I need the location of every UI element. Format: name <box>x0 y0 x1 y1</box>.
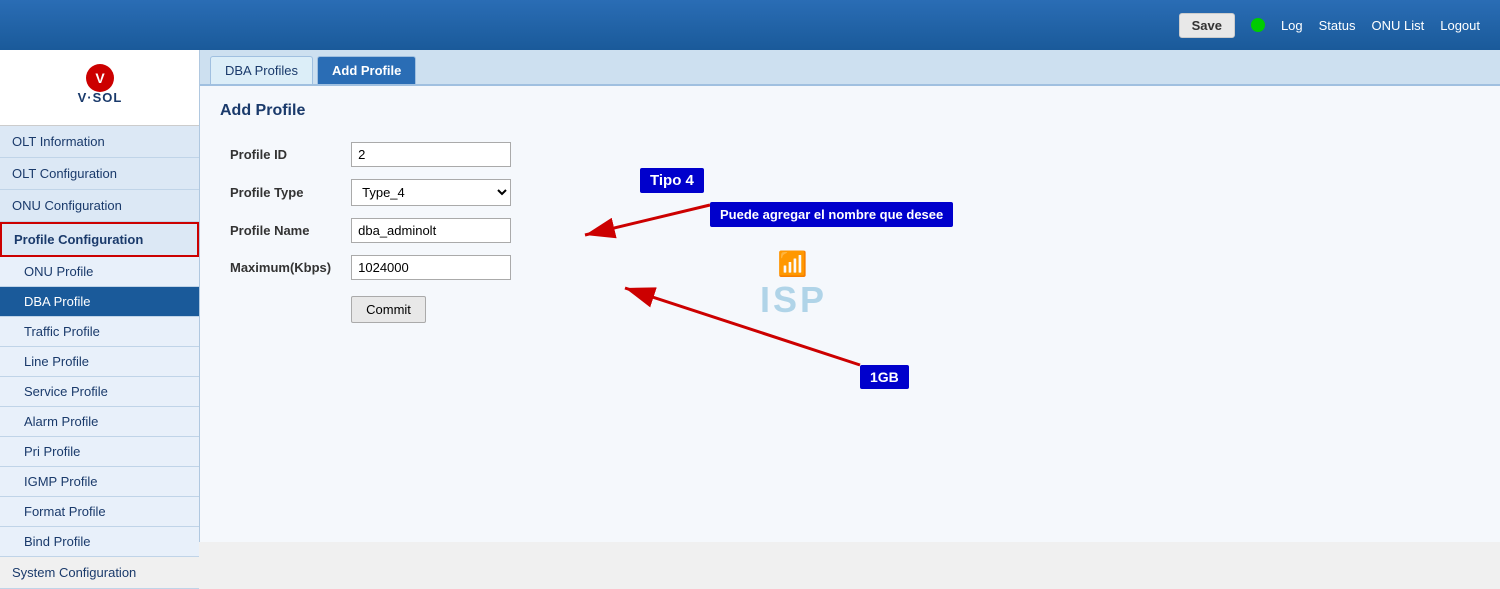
maximum-input[interactable] <box>351 255 511 280</box>
sidebar-subitem-pri-profile[interactable]: Pri Profile <box>0 437 199 467</box>
sidebar-item-onu-configuration[interactable]: ONU Configuration <box>0 190 199 222</box>
page-content: Add Profile Profile ID Profile Type Type… <box>200 86 1500 345</box>
profile-id-label: Profile ID <box>220 136 341 173</box>
profile-name-input[interactable] <box>351 218 511 243</box>
tab-bar: DBA Profiles Add Profile <box>200 50 1500 86</box>
sidebar-subitem-line-profile[interactable]: Line Profile <box>0 347 199 377</box>
sidebar-item-olt-configuration[interactable]: OLT Configuration <box>0 158 199 190</box>
sidebar-item-olt-information[interactable]: OLT Information <box>0 126 199 158</box>
status-link[interactable]: Status <box>1319 18 1356 33</box>
profile-type-select[interactable]: Type_1 Type_2 Type_3 Type_4 Type_5 <box>351 179 511 206</box>
main-layout: V V·SOL OLT Information OLT Configuratio… <box>0 50 1500 542</box>
form-row-maximum: Maximum(Kbps) <box>220 249 521 286</box>
form-row-profile-type: Profile Type Type_1 Type_2 Type_3 Type_4… <box>220 173 521 212</box>
tab-dba-profiles[interactable]: DBA Profiles <box>210 56 313 84</box>
profile-type-label: Profile Type <box>220 173 341 212</box>
badge-1gb: 1GB <box>860 365 909 389</box>
sidebar-subitem-service-profile[interactable]: Service Profile <box>0 377 199 407</box>
logo-area: V V·SOL <box>0 50 199 126</box>
sidebar-subitem-onu-profile[interactable]: ONU Profile <box>0 257 199 287</box>
sidebar-subitem-traffic-profile[interactable]: Traffic Profile <box>0 317 199 347</box>
logout-link[interactable]: Logout <box>1440 18 1480 33</box>
sidebar-subitem-igmp-profile[interactable]: IGMP Profile <box>0 467 199 497</box>
page-title: Add Profile <box>220 102 1480 120</box>
tab-add-profile[interactable]: Add Profile <box>317 56 416 84</box>
form-row-commit: Commit <box>220 286 521 329</box>
svg-text:V: V <box>95 70 105 86</box>
status-indicator <box>1251 18 1265 32</box>
sidebar: V V·SOL OLT Information OLT Configuratio… <box>0 50 200 542</box>
form-row-profile-id: Profile ID <box>220 136 521 173</box>
sidebar-item-system-configuration[interactable]: System Configuration <box>0 557 199 589</box>
sidebar-subitem-dba-profile[interactable]: DBA Profile <box>0 287 199 317</box>
commit-button[interactable]: Commit <box>351 296 426 323</box>
sidebar-subitem-alarm-profile[interactable]: Alarm Profile <box>0 407 199 437</box>
svg-text:V·SOL: V·SOL <box>77 90 122 105</box>
add-profile-form: Profile ID Profile Type Type_1 Type_2 Ty… <box>220 136 521 329</box>
profile-name-label: Profile Name <box>220 212 341 249</box>
form-row-profile-name: Profile Name <box>220 212 521 249</box>
top-header: Save Log Status ONU List Logout <box>0 0 1500 50</box>
sidebar-subitem-format-profile[interactable]: Format Profile <box>0 497 199 527</box>
save-button[interactable]: Save <box>1179 13 1235 38</box>
profile-id-input[interactable] <box>351 142 511 167</box>
main-content: DBA Profiles Add Profile Add Profile Pro… <box>200 50 1500 542</box>
sidebar-item-profile-configuration[interactable]: Profile Configuration <box>0 222 199 257</box>
onu-list-link[interactable]: ONU List <box>1372 18 1425 33</box>
log-link[interactable]: Log <box>1281 18 1303 33</box>
sidebar-subitem-bind-profile[interactable]: Bind Profile <box>0 527 199 557</box>
maximum-label: Maximum(Kbps) <box>220 249 341 286</box>
vsol-logo: V V·SOL <box>55 60 145 115</box>
